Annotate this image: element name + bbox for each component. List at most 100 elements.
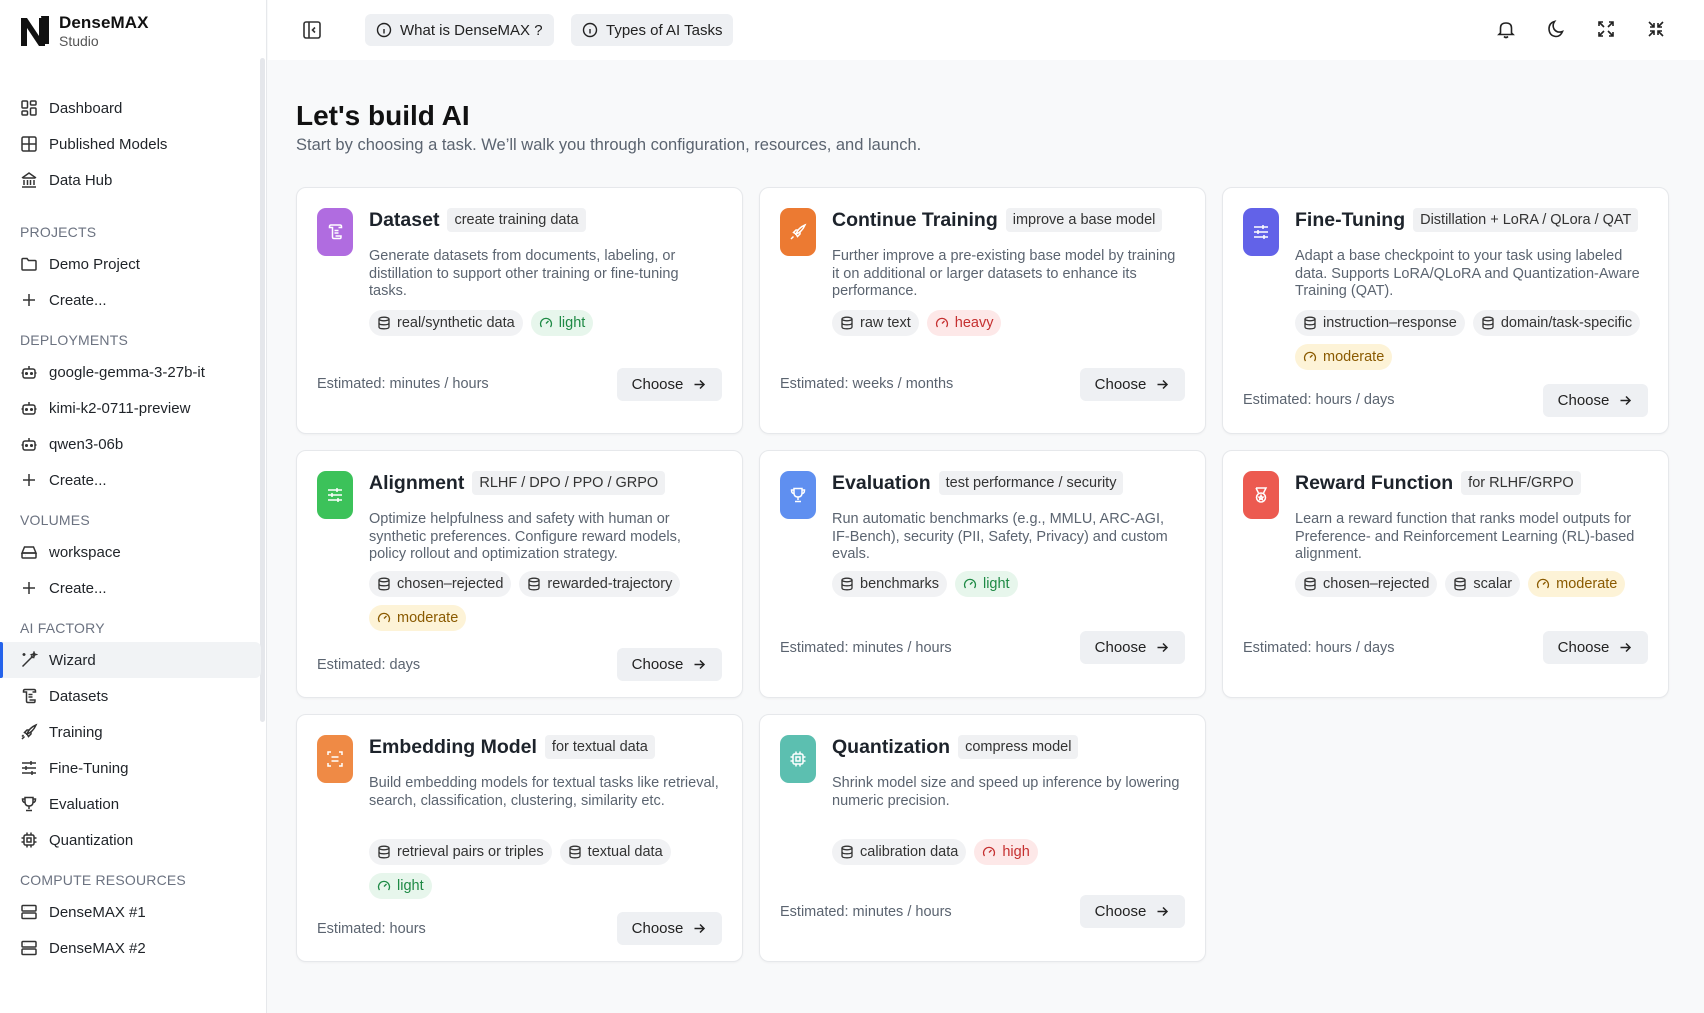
task-card-fine-tuning[interactable]: Fine-Tuning Distillation + LoRA / QLora … <box>1222 187 1669 434</box>
alignment-tile-icon <box>317 471 353 519</box>
task-card-continue-training[interactable]: Continue Training improve a base model F… <box>759 187 1206 434</box>
collapse-view-button[interactable] <box>1645 18 1667 40</box>
sidebar-item-label: DenseMAX #2 <box>49 939 146 957</box>
card-title: Quantization <box>832 735 951 758</box>
sidebar-item-create-project[interactable]: Create... <box>0 282 261 318</box>
sidebar-item-densemax-1[interactable]: DenseMAX #1 <box>0 894 261 930</box>
card-tag: for RLHF/GRPO <box>1461 471 1581 495</box>
database-icon <box>1304 316 1316 330</box>
brand[interactable]: DenseMAX Studio <box>19 14 149 48</box>
sidebar-item-deployment-gemma[interactable]: google-gemma-3-27b-it <box>0 354 261 390</box>
card-tag: RLHF / DPO / PPO / GRPO <box>472 471 666 495</box>
sidebar-item-create-volume[interactable]: Create... <box>0 570 261 606</box>
level-label: high <box>1002 844 1030 860</box>
compute-level-chip: moderate <box>1295 344 1393 370</box>
section-projects: PROJECTS <box>20 224 97 240</box>
arrow-right-icon <box>1157 906 1169 917</box>
choose-button[interactable]: Choose <box>617 368 722 401</box>
level-label: light <box>397 878 424 894</box>
card-tag: create training data <box>447 208 586 232</box>
arrow-right-icon <box>1620 395 1632 406</box>
sidebar-item-evaluation[interactable]: Evaluation <box>0 786 261 822</box>
library-icon <box>20 171 38 189</box>
card-title: Reward Function <box>1295 471 1454 494</box>
dark-mode-button[interactable] <box>1545 18 1567 40</box>
sidebar-item-densemax-2[interactable]: DenseMAX #2 <box>0 930 261 966</box>
sidebar-item-label: workspace <box>49 543 121 561</box>
sidebar-item-quantization[interactable]: Quantization <box>0 822 261 858</box>
what-is-densemax-button[interactable]: What is DenseMAX ? <box>365 14 554 46</box>
sidebar-item-deployment-kimi[interactable]: kimi-k2-0711-preview <box>0 390 261 426</box>
compute-level-chip: light <box>369 873 432 899</box>
notifications-button[interactable] <box>1495 18 1517 40</box>
data-type-chip: chosen–rejected <box>369 571 512 597</box>
card-estimate: Estimated: days <box>317 657 421 673</box>
task-card-alignment[interactable]: Alignment RLHF / DPO / PPO / GRPO Optimi… <box>296 450 743 698</box>
choose-button[interactable]: Choose <box>1080 631 1185 664</box>
database-icon <box>528 577 541 591</box>
sidebar-item-data-hub[interactable]: Data Hub <box>0 162 261 198</box>
choose-button[interactable]: Choose <box>1543 384 1648 417</box>
chip-label: calibration data <box>860 844 959 860</box>
sidebar-item-label: Create... <box>49 579 107 597</box>
card-tag: test performance / security <box>938 471 1124 495</box>
sidebar-item-workspace[interactable]: workspace <box>0 534 261 570</box>
arrow-right-icon <box>1157 642 1169 653</box>
sidebar-item-dashboard[interactable]: Dashboard <box>0 90 261 126</box>
fullscreen-button[interactable] <box>1595 18 1617 40</box>
section-compute: COMPUTE RESOURCES <box>20 872 186 888</box>
task-card-evaluation[interactable]: Evaluation test performance / security R… <box>759 450 1206 698</box>
sidebar-item-training[interactable]: Training <box>0 714 261 750</box>
sidebar-item-label: kimi-k2-0711-preview <box>49 399 191 417</box>
dashboard-icon <box>20 99 38 117</box>
sidebar-item-published-models[interactable]: Published Models <box>0 126 261 162</box>
choose-button[interactable]: Choose <box>1080 895 1185 928</box>
chip-label: raw text <box>860 315 911 331</box>
sidebar-item-datasets[interactable]: Datasets <box>0 678 261 714</box>
rocket-icon <box>20 723 38 741</box>
sidebar-item-create-deployment[interactable]: Create... <box>0 462 261 498</box>
chip-label: chosen–rejected <box>1323 576 1430 592</box>
reward-function-tile-icon <box>1243 471 1279 519</box>
choose-button[interactable]: Choose <box>1080 368 1185 401</box>
task-card-quantization[interactable]: Quantization compress model Shrink model… <box>759 714 1206 962</box>
moon-icon <box>1548 20 1564 38</box>
card-description: Learn a reward function that ranks model… <box>1295 511 1635 562</box>
task-card-dataset[interactable]: Dataset create training data Generate da… <box>296 187 743 434</box>
data-type-chip: raw text <box>832 310 919 336</box>
choose-button[interactable]: Choose <box>617 648 722 681</box>
choose-label: Choose <box>1557 639 1610 656</box>
choose-button[interactable]: Choose <box>1543 631 1648 664</box>
gauge-icon <box>1536 578 1550 589</box>
sidebar-item-deployment-qwen[interactable]: qwen3-06b <box>0 426 261 462</box>
card-description: Optimize helpfulness and safety with hum… <box>369 511 681 562</box>
sidebar-item-wizard[interactable]: Wizard <box>0 642 261 678</box>
card-estimate: Estimated: minutes / hours <box>317 376 489 392</box>
card-description: Further improve a pre-existing base mode… <box>832 248 1176 299</box>
brand-name: DenseMAX <box>59 13 149 32</box>
chip-label: chosen–rejected <box>397 576 504 592</box>
plus-icon <box>20 471 38 489</box>
arrow-right-icon <box>694 923 706 934</box>
section-ai-factory: AI FACTORY <box>20 620 105 636</box>
choose-button[interactable]: Choose <box>617 912 722 945</box>
sidebar-toggle-button[interactable] <box>300 18 324 42</box>
bell-icon <box>1497 22 1515 39</box>
task-card-embedding-model[interactable]: Embedding Model for textual data Build e… <box>296 714 743 962</box>
gauge-icon <box>1303 351 1317 362</box>
sidebar-item-demo-project[interactable]: Demo Project <box>0 246 261 282</box>
arrow-right-icon <box>1620 642 1632 653</box>
expand-icon <box>1598 21 1614 37</box>
card-chips: calibration data high <box>832 839 1191 865</box>
scroll-icon <box>20 687 38 705</box>
data-type-chip: retrieval pairs or triples <box>369 839 552 865</box>
card-title: Dataset <box>369 208 440 231</box>
types-of-ai-tasks-button[interactable]: Types of AI Tasks <box>571 14 734 46</box>
task-card-reward-function[interactable]: Reward Function for RLHF/GRPO Learn a re… <box>1222 450 1669 698</box>
sidebar-item-label: Dashboard <box>49 99 123 117</box>
choose-label: Choose <box>631 376 684 393</box>
database-icon <box>841 316 853 330</box>
sidebar-item-fine-tuning[interactable]: Fine-Tuning <box>0 750 261 786</box>
sidebar-item-label: Wizard <box>49 651 96 669</box>
sidebar-item-label: Datasets <box>49 687 109 705</box>
